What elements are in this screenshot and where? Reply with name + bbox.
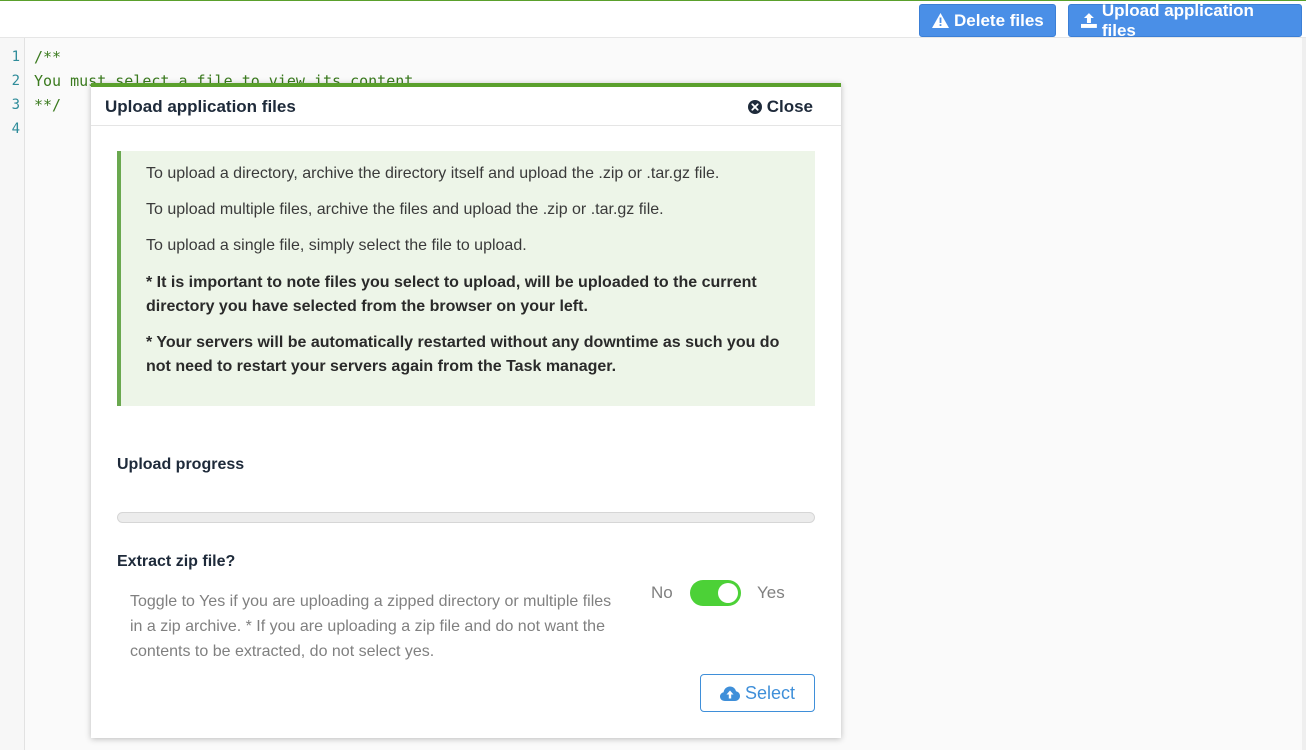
line-number: 4 xyxy=(11,121,20,137)
select-file-button[interactable]: Select xyxy=(700,674,815,712)
select-label: Select xyxy=(744,682,796,703)
info-box: To upload a directory, archive the direc… xyxy=(117,151,815,406)
upload-modal: Upload application files Close To upload… xyxy=(91,83,841,738)
code-line: **/ xyxy=(34,96,62,114)
toggle-no-label: No xyxy=(651,583,673,602)
toggle-yes-label: Yes xyxy=(757,583,785,602)
top-toolbar: Delete files Upload application files xyxy=(0,0,1306,40)
line-number: 2 xyxy=(11,73,20,89)
info-text: To upload a single file, simply select t… xyxy=(146,237,527,254)
extract-help-text: Toggle to Yes if you are uploading a zip… xyxy=(130,593,612,660)
extract-zip-toggle[interactable] xyxy=(690,580,741,606)
info-text: To upload multiple files, archive the fi… xyxy=(146,201,664,218)
upload-application-files-button[interactable]: Upload application files xyxy=(1068,1,1302,40)
vertical-scrollbar[interactable] xyxy=(1302,38,1306,750)
upload-progress-label: Upload progress xyxy=(117,456,245,473)
delete-files-label: Delete files xyxy=(954,10,1044,30)
info-note: * Your servers will be automatically res… xyxy=(146,334,780,375)
info-note: * It is important to note files you sele… xyxy=(146,274,757,315)
close-button[interactable]: Close xyxy=(747,97,813,117)
delete-files-button[interactable]: Delete files xyxy=(919,4,1056,37)
close-label: Close xyxy=(766,97,813,116)
info-text: To upload a directory, archive the direc… xyxy=(146,165,720,182)
line-number: 3 xyxy=(11,97,20,113)
modal-header: Upload application files Close xyxy=(91,87,841,126)
code-line: /** xyxy=(34,48,62,66)
modal-title: Upload application files xyxy=(105,97,296,116)
extract-zip-label: Extract zip file? xyxy=(117,553,236,570)
toggle-knob xyxy=(718,583,738,603)
upload-icon xyxy=(1081,13,1097,28)
close-circle-icon xyxy=(747,100,762,114)
line-number-gutter: 1 2 3 4 xyxy=(0,38,25,750)
line-number: 1 xyxy=(11,49,20,65)
cloud-upload-icon xyxy=(719,686,740,701)
upload-progress-bar xyxy=(117,512,815,523)
warning-icon xyxy=(932,13,949,28)
upload-application-files-label: Upload application files xyxy=(1101,0,1254,40)
